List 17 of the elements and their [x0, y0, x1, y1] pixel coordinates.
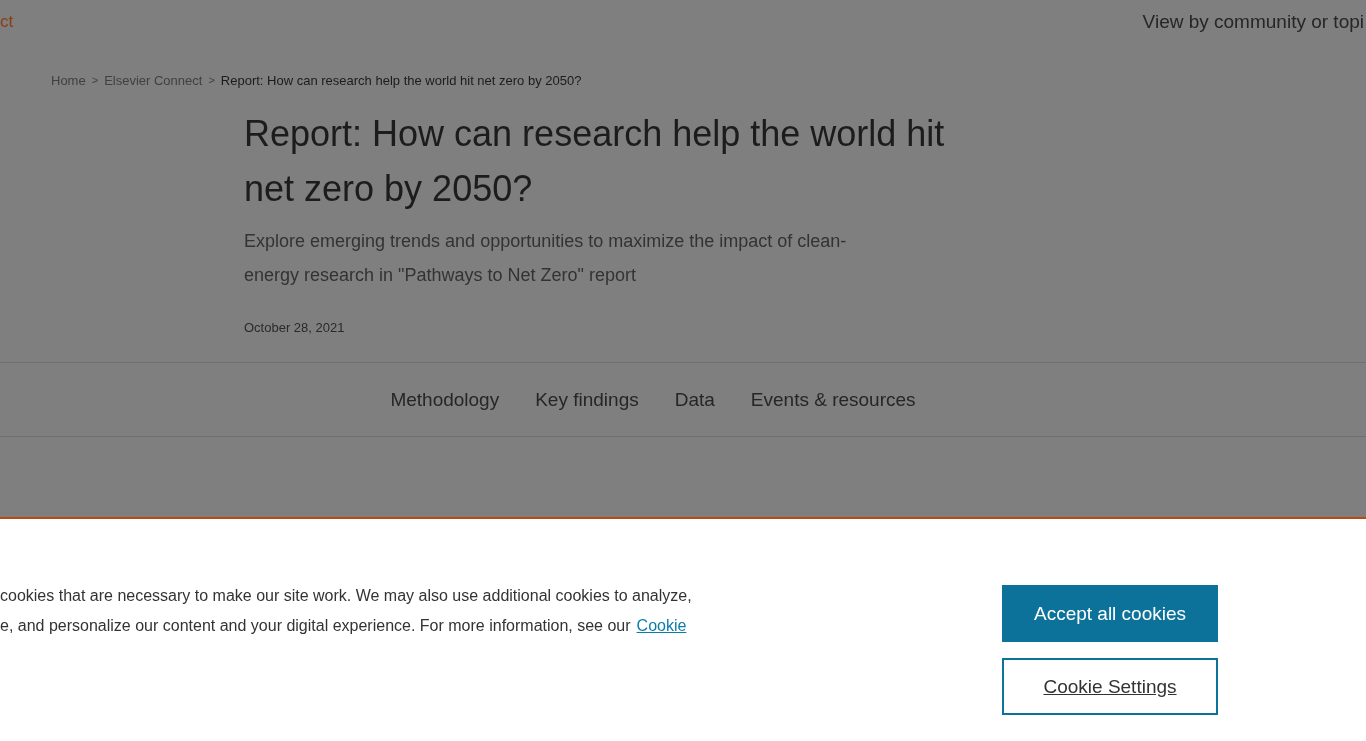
community-topic-link[interactable]: View by community or topi	[1142, 11, 1364, 33]
section-nav-link[interactable]: Data	[674, 388, 715, 411]
breadcrumb-separator: >	[208, 74, 215, 86]
section-nav-link[interactable]: Events & resources	[750, 388, 916, 411]
article-title: Report: How can research help the world hit net zero by 2050?	[244, 112, 946, 211]
article-date: October 28, 2021	[244, 320, 346, 337]
cookie-notice-text: cookies that are necessary to make our site work. We may also use additional cookies to analyze, e, and personalize our content and your digital experience. For more information, see our Cookie	[0, 586, 693, 636]
cookie-policy-link[interactable]: Cookie	[636, 617, 687, 634]
cookie-settings-button[interactable]: Cookie Settings	[1002, 658, 1218, 715]
article-subtitle: Explore emerging trends and opportunities to maximize the impact of clean-energy research in "Pathways to Net Zero" report	[244, 230, 848, 287]
breadcrumb-link[interactable]: Elsevier Connect	[104, 72, 203, 88]
breadcrumb-separator: >	[91, 74, 99, 86]
section-nav-link[interactable]: Methodology	[390, 388, 500, 411]
breadcrumb-current: Report: How can research help the world hit net zero by 2050?	[220, 72, 582, 88]
accept-cookies-button[interactable]: Accept all cookies	[1002, 585, 1218, 642]
breadcrumb-link[interactable]: Home	[51, 72, 86, 88]
section-nav-link[interactable]: Key findings	[535, 388, 639, 411]
